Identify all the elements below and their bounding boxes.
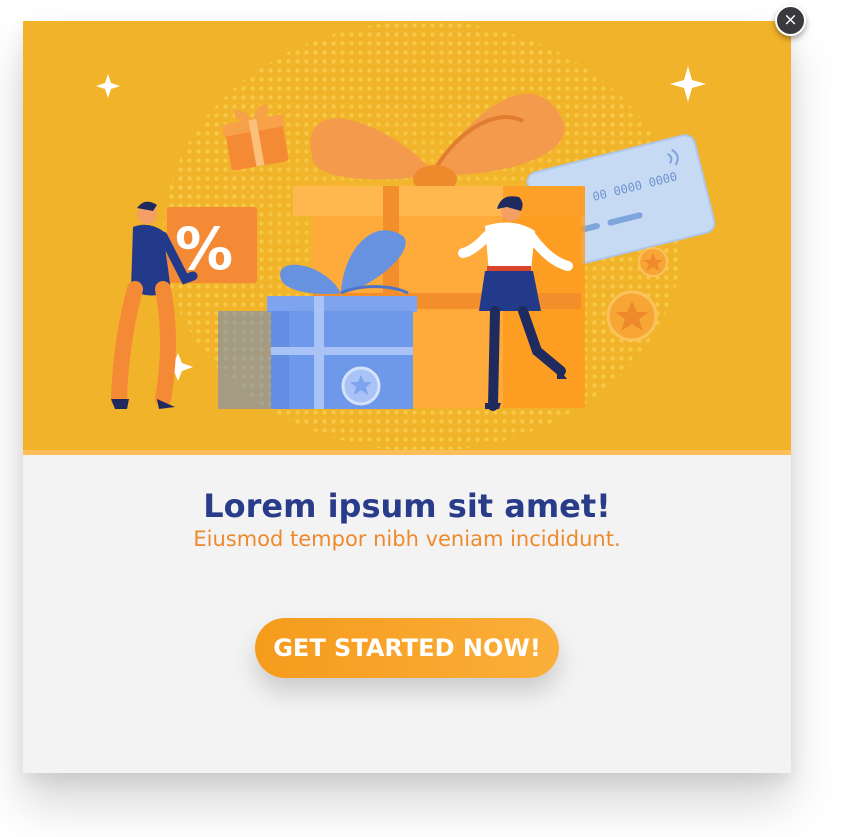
coin-icon [638,247,668,277]
hero-illustration: 00 0000 0000 % [23,21,791,455]
close-icon: × [783,10,798,30]
modal-subtitle: Eiusmod tempor nibh veniam incididunt. [193,527,621,551]
close-button[interactable]: × [775,5,806,36]
hero-divider [23,450,791,455]
coin-icon [606,290,658,342]
get-started-button[interactable]: GET STARTED NOW! [255,618,559,678]
modal-title: Lorem ipsum sit amet! [203,487,611,525]
promo-modal: 00 0000 0000 % Lorem ipsum sit amet! Eiu… [23,21,791,773]
